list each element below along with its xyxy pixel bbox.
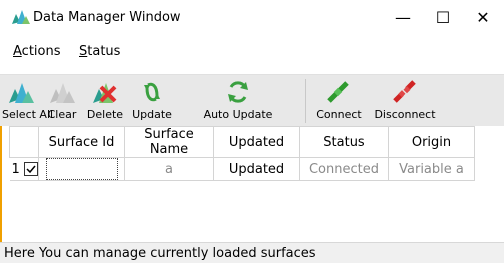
status-bar: Here You can manage currently loaded sur… xyxy=(0,242,504,263)
toolbar: Select All Clear Delete Update Auto Upda… xyxy=(0,74,504,127)
disconnect-button[interactable]: Disconnect xyxy=(368,75,442,127)
toolbar-separator xyxy=(305,79,306,123)
surface-delete-icon xyxy=(93,83,117,103)
column-header-surface-id[interactable]: Surface Id xyxy=(38,126,125,158)
cell-origin[interactable]: Variable a xyxy=(388,157,475,181)
update-button[interactable]: Update xyxy=(128,75,176,127)
table-row[interactable]: 1 a Updated Connected Variable a xyxy=(9,157,475,181)
menu-actions[interactable]: Actions xyxy=(13,44,61,59)
close-button[interactable]: ✕ xyxy=(466,6,500,30)
cell-surface-name[interactable]: a xyxy=(124,157,214,181)
connect-label: Connect xyxy=(316,108,362,121)
connect-icon xyxy=(327,81,349,103)
menu-actions-accel: A xyxy=(13,44,22,59)
select-all-label: Select All xyxy=(2,108,54,121)
surface-app-icon xyxy=(12,10,30,24)
checkmark-icon xyxy=(26,165,36,174)
column-header-surface-name[interactable]: Surface Name xyxy=(124,126,214,158)
status-text: Here You can manage currently loaded sur… xyxy=(4,246,316,261)
cell-status[interactable]: Connected xyxy=(299,157,389,181)
menu-status-rest: tatus xyxy=(87,44,121,59)
column-header-status[interactable]: Status xyxy=(299,126,389,158)
clear-label: Clear xyxy=(47,108,77,121)
surface-select-icon xyxy=(9,83,34,103)
connect-button[interactable]: Connect xyxy=(310,75,368,127)
maximize-button[interactable]: ☐ xyxy=(426,6,460,30)
row-header-corner xyxy=(9,126,39,158)
auto-refresh-icon xyxy=(228,81,248,103)
auto-update-button[interactable]: Auto Update xyxy=(176,75,300,127)
refresh-icon xyxy=(144,82,160,102)
surfaces-grid: Surface Id Surface Name Updated Status O… xyxy=(9,126,475,181)
data-grid-area: Surface Id Surface Name Updated Status O… xyxy=(0,126,504,244)
disconnect-icon xyxy=(393,80,416,103)
update-label: Update xyxy=(132,108,172,121)
cell-updated[interactable]: Updated xyxy=(213,157,300,181)
minimize-button[interactable]: — xyxy=(386,6,420,30)
row-index: 1 xyxy=(11,161,20,177)
row-header-cell[interactable]: 1 xyxy=(9,157,39,181)
surface-clear-icon xyxy=(50,83,75,103)
menu-status[interactable]: Status xyxy=(79,44,120,59)
cell-surface-id[interactable] xyxy=(38,157,125,181)
row-checkbox[interactable] xyxy=(23,162,38,176)
column-header-updated[interactable]: Updated xyxy=(213,126,300,158)
clear-button[interactable]: Clear xyxy=(42,75,82,127)
auto-update-label: Auto Update xyxy=(203,108,273,121)
surface-id-edit-box[interactable] xyxy=(45,158,118,180)
grid-header-row: Surface Id Surface Name Updated Status O… xyxy=(9,126,475,158)
title-bar: Data Manager Window — ☐ ✕ xyxy=(0,0,504,36)
menu-actions-rest: ctions xyxy=(21,44,61,59)
disconnect-label: Disconnect xyxy=(374,108,436,121)
select-all-button[interactable]: Select All xyxy=(2,75,54,127)
delete-button[interactable]: Delete xyxy=(84,75,126,127)
window-title: Data Manager Window xyxy=(33,10,181,25)
column-header-origin[interactable]: Origin xyxy=(388,126,475,158)
delete-label: Delete xyxy=(86,108,124,121)
